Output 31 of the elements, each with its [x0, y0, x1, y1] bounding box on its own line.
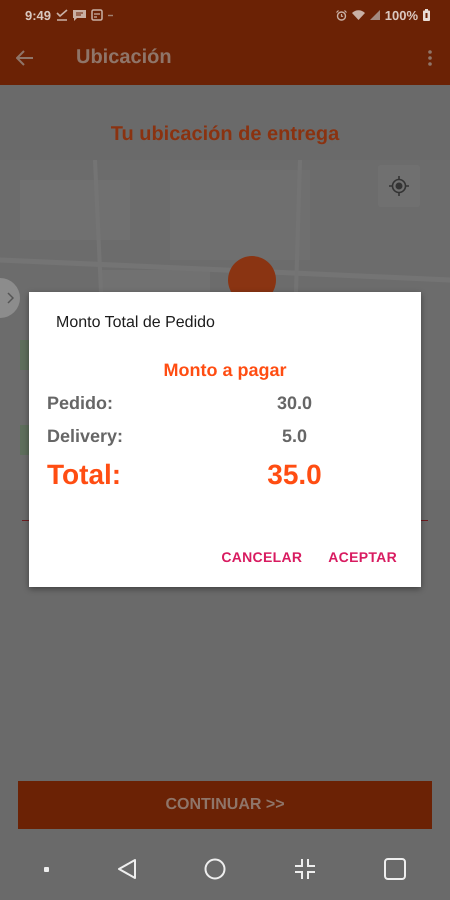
page-title: Tu ubicación de entrega [110, 123, 340, 146]
status-time: 9:49 [25, 8, 52, 22]
amount-label: Delivery: [47, 426, 124, 447]
alarm-icon [336, 10, 347, 20]
message-icon [73, 10, 86, 20]
recents-icon[interactable] [384, 858, 406, 880]
total-value: 35.0 [266, 459, 323, 491]
home-icon[interactable] [204, 858, 226, 880]
continue-button[interactable]: CONTINUAR >> [18, 781, 432, 829]
more-icon [428, 50, 432, 66]
dialog-button[interactable]: CANCELAR [213, 543, 310, 571]
total-label: Total: [47, 459, 122, 491]
dialog-button[interactable]: ACEPTAR [320, 543, 405, 571]
collapse-icon[interactable] [294, 858, 316, 880]
chevron-icon [7, 292, 14, 304]
back-triangle-icon[interactable] [116, 858, 137, 880]
my-location-button[interactable] [378, 165, 420, 207]
amount-value: 5.0 [280, 426, 308, 447]
dialog-subtitle: Monto a pagar [162, 360, 288, 381]
dash-icon [108, 14, 114, 16]
download-done-icon [56, 9, 68, 21]
amount-label: Pedido: [47, 393, 114, 414]
crosshair-icon [389, 176, 409, 196]
battery-level: 100% [384, 8, 418, 22]
signal-icon [370, 10, 380, 20]
back-icon [16, 50, 34, 66]
battery-icon [423, 9, 430, 21]
dialog-title: Monto Total de Pedido [56, 314, 216, 332]
app-bar-title: Ubicación [76, 46, 173, 69]
amount-value: 30.0 [276, 393, 314, 414]
wifi-icon [352, 10, 365, 20]
